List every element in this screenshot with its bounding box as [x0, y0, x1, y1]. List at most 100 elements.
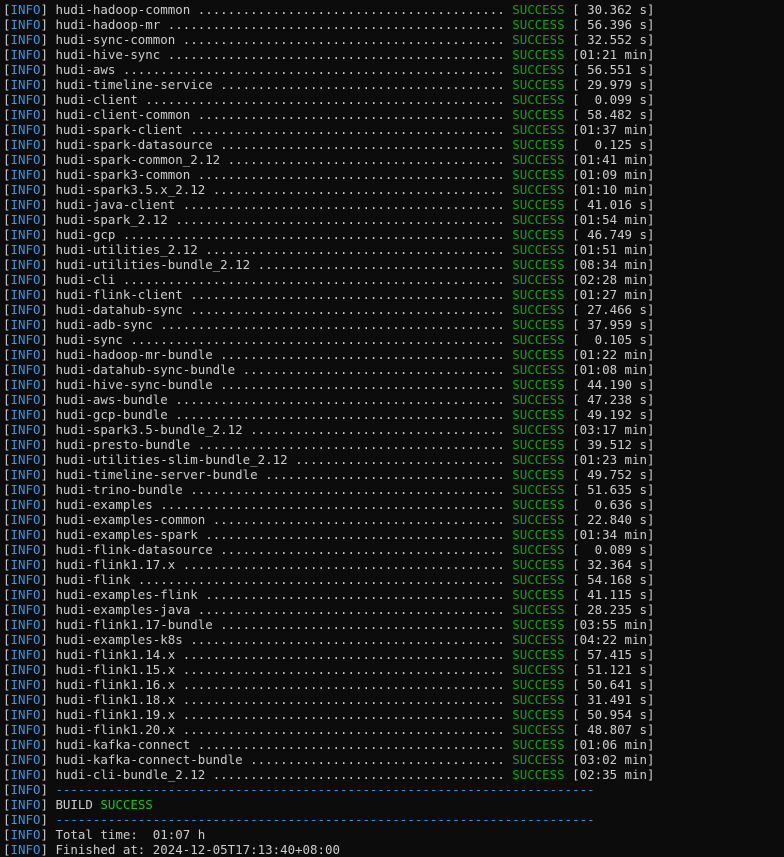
log-level: INFO [10, 257, 41, 272]
module-build-time: [ 46.749 s] [572, 227, 655, 242]
leader-dots: ................................. [250, 257, 513, 272]
module-status: SUCCESS [512, 482, 565, 497]
log-bracket-open: [ [3, 47, 11, 62]
log-level: INFO [10, 317, 41, 332]
log-level: INFO [10, 692, 41, 707]
log-level: INFO [10, 572, 41, 587]
leader-dots: ........................................… [190, 2, 513, 17]
log-line-module: [INFO] hudi-examples-k8s ...............… [3, 632, 781, 647]
leader-dots: ...................................... [212, 77, 513, 92]
module-build-time: [01:22 min] [572, 347, 655, 362]
log-line-module: [INFO] hudi-spark3.5.x_2.12 ............… [3, 182, 781, 197]
log-level: INFO [10, 212, 41, 227]
log-line-module: [INFO] hudi-sync-common ................… [3, 32, 781, 47]
module-status: SUCCESS [512, 677, 565, 692]
log-level: INFO [10, 677, 41, 692]
module-build-time: [ 44.190 s] [572, 377, 655, 392]
module-name: hudi-flink [55, 572, 131, 587]
module-name: hudi-flink1.19.x [55, 707, 176, 722]
leader-dots: ...................................... [212, 347, 513, 362]
log-line-module: [INFO] hudi-hadoop-mr-bundle ...........… [3, 347, 781, 362]
module-build-time: [03:02 min] [572, 752, 655, 767]
log-bracket-open: [ [3, 737, 11, 752]
log-bracket-open: [ [3, 677, 11, 692]
log-bracket-open: [ [3, 77, 11, 92]
log-line-module: [INFO] hudi-client-common ..............… [3, 107, 781, 122]
module-name: hudi-adb-sync [55, 317, 153, 332]
log-bracket-close: ] [40, 257, 56, 272]
module-name: hudi-kafka-connect-bundle [55, 752, 243, 767]
log-line-module: [INFO] hudi-datahub-sync-bundle ........… [3, 362, 781, 377]
log-bracket-close: ] [40, 452, 56, 467]
log-level: INFO [10, 137, 41, 152]
module-status: SUCCESS [512, 317, 565, 332]
log-level: INFO [10, 737, 41, 752]
log-bracket-close: ] [40, 242, 56, 257]
log-bracket-open: [ [3, 122, 11, 137]
module-status: SUCCESS [512, 602, 565, 617]
log-bracket-open: [ [3, 377, 11, 392]
log-level: INFO [10, 272, 41, 287]
leader-dots: ........................................… [175, 692, 513, 707]
module-name: hudi-flink1.16.x [55, 677, 176, 692]
log-bracket-open: [ [3, 197, 11, 212]
leader-dots: ...................................... [212, 137, 513, 152]
module-build-time: [01:27 min] [572, 287, 655, 302]
log-bracket-open: [ [3, 167, 11, 182]
log-bracket-open: [ [3, 797, 11, 812]
leader-dots: ........................................… [175, 677, 513, 692]
module-status: SUCCESS [512, 197, 565, 212]
log-bracket-close: ] [40, 107, 56, 122]
log-bracket-close: ] [40, 92, 56, 107]
module-status: SUCCESS [512, 587, 565, 602]
terminal-output[interactable]: [INFO] hudi-hadoop-common ..............… [3, 2, 781, 857]
log-line-module: [INFO] hudi-flink ......................… [3, 572, 781, 587]
log-bracket-close: ] [40, 77, 56, 92]
module-status: SUCCESS [512, 737, 565, 752]
log-bracket-close: ] [40, 437, 56, 452]
leader-dots: ........................................… [175, 662, 513, 677]
log-bracket-open: [ [3, 92, 11, 107]
module-build-time: [08:34 min] [572, 257, 655, 272]
log-bracket-open: [ [3, 542, 11, 557]
module-name: hudi-hadoop-mr [55, 17, 161, 32]
leader-dots: ........................................ [197, 242, 513, 257]
module-build-time: [ 56.396 s] [572, 17, 655, 32]
log-level: INFO [10, 752, 41, 767]
log-bracket-close: ] [40, 722, 56, 737]
module-status: SUCCESS [512, 572, 565, 587]
log-bracket-close: ] [40, 632, 56, 647]
module-name: hudi-flink1.20.x [55, 722, 176, 737]
log-bracket-open: [ [3, 272, 11, 287]
module-name: hudi-spark-common_2.12 [55, 152, 221, 167]
module-build-time: [01:54 min] [572, 212, 655, 227]
module-status: SUCCESS [512, 122, 565, 137]
log-bracket-close: ] [40, 272, 56, 287]
module-status: SUCCESS [512, 437, 565, 452]
module-name: hudi-datahub-sync-bundle [55, 362, 236, 377]
log-level: INFO [10, 182, 41, 197]
leader-dots: ........................................… [190, 437, 513, 452]
log-bracket-open: [ [3, 497, 11, 512]
log-level: INFO [10, 152, 41, 167]
log-bracket-open: [ [3, 2, 11, 17]
log-bracket-open: [ [3, 332, 11, 347]
leader-dots: ............................ [287, 452, 513, 467]
log-bracket-close: ] [40, 797, 56, 812]
module-build-time: [01:51 min] [572, 242, 655, 257]
module-status: SUCCESS [512, 137, 565, 152]
leader-dots: ........................................… [115, 272, 513, 287]
module-build-time: [ 0.105 s] [572, 332, 655, 347]
module-status: SUCCESS [512, 332, 565, 347]
module-status: SUCCESS [512, 692, 565, 707]
module-name: hudi-utilities-bundle_2.12 [55, 257, 251, 272]
module-status: SUCCESS [512, 227, 565, 242]
module-status: SUCCESS [512, 257, 565, 272]
log-line-module: [INFO] hudi-flink-datasource ...........… [3, 542, 781, 557]
log-level: INFO [10, 617, 41, 632]
module-name: hudi-aws [55, 62, 116, 77]
log-bracket-open: [ [3, 647, 11, 662]
log-bracket-close: ] [40, 197, 56, 212]
log-level: INFO [10, 827, 41, 842]
log-bracket-open: [ [3, 602, 11, 617]
